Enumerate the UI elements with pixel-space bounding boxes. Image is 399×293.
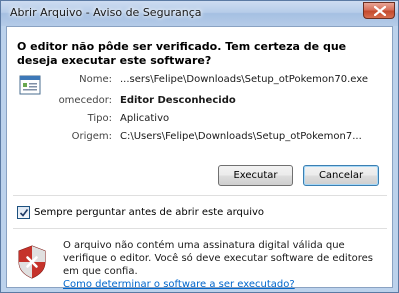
separator [13, 228, 387, 229]
warning-text: O arquivo não contém uma assinatura digi… [63, 240, 373, 277]
checkmark-icon [19, 209, 29, 217]
origin-value: C:\Users\Felipe\Downloads\Setup_otPokemo… [120, 131, 362, 142]
publisher-value: Editor Desconhecido [120, 95, 236, 106]
shield-warning-icon [18, 245, 46, 279]
close-icon [374, 6, 386, 16]
cancel-button[interactable]: Cancelar [303, 165, 379, 186]
warning-message: O arquivo não contém uma assinatura digi… [63, 239, 385, 291]
security-warning-window: Abrir Arquivo - Aviso de Segurança O edi… [0, 0, 399, 293]
type-value: Aplicativo [120, 113, 170, 124]
close-button[interactable] [363, 2, 395, 19]
name-value: ...sers\Felipe\Downloads\Setup_otPokemon… [120, 74, 369, 85]
title-bar[interactable]: Abrir Arquivo - Aviso de Segurança [1, 1, 398, 26]
separator [13, 195, 387, 196]
always-ask-checkbox[interactable] [17, 206, 30, 219]
run-button[interactable]: Executar [218, 165, 293, 186]
origin-label: Origem: [71, 131, 112, 142]
help-link[interactable]: Como determinar o software a ser executa… [63, 279, 295, 290]
publisher-label: omecedor: [58, 95, 112, 106]
window-title: Abrir Arquivo - Aviso de Segurança [10, 6, 202, 19]
dialog-body: O editor não pôde ser verificado. Tem ce… [6, 26, 393, 291]
dialog-heading: O editor não pôde ser verificado. Tem ce… [17, 40, 347, 67]
name-label: Nome: [79, 74, 112, 85]
type-label: Tipo: [87, 113, 112, 124]
always-ask-label[interactable]: Sempre perguntar antes de abrir este arq… [34, 207, 264, 218]
